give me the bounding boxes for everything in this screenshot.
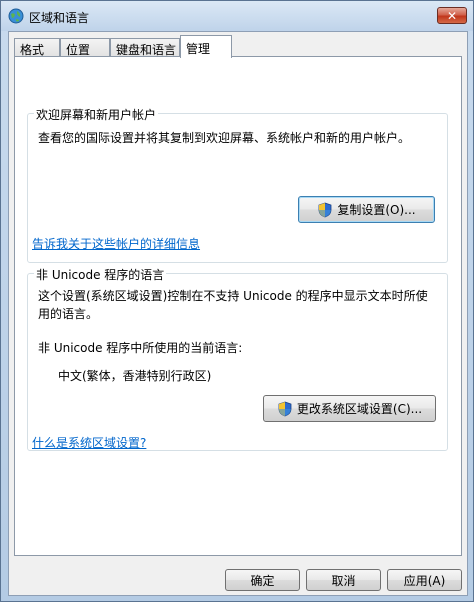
non-unicode-description-line1: 这个设置(系统区域设置)控制在不支持 Unicode 的程序中显示文本时所使 [38,289,428,303]
tab-keyboards-languages[interactable]: 键盘和语言 [110,38,180,57]
dialog-client-area: 格式 位置 键盘和语言 管理 欢迎屏幕和新用户帐户 查看您的国际设置并将其复制到… [8,31,468,596]
close-icon: ✕ [446,8,458,23]
globe-icon [8,8,24,24]
uac-shield-icon [278,401,292,416]
tab-formats[interactable]: 格式 [14,38,60,57]
tab-administrative[interactable]: 管理 [180,35,232,58]
copy-settings-label: 复制设置(O)... [337,203,416,217]
welcome-screen-group: 欢迎屏幕和新用户帐户 查看您的国际设置并将其复制到欢迎屏幕、系统帐户和新的用户帐… [27,106,448,263]
uac-shield-icon [318,202,332,217]
non-unicode-group-title: 非 Unicode 程序的语言 [34,266,167,283]
non-unicode-description-line2: 用的语言。 [38,307,99,321]
administrative-panel: 欢迎屏幕和新用户帐户 查看您的国际设置并将其复制到欢迎屏幕、系统帐户和新的用户帐… [14,56,462,556]
window-title: 区域和语言 [29,11,90,25]
current-language-label: 非 Unicode 程序中所使用的当前语言: [38,341,243,355]
change-system-locale-button[interactable]: 更改系统区域设置(C)... [263,395,436,422]
apply-button[interactable]: 应用(A) [387,569,462,591]
change-locale-label: 更改系统区域设置(C)... [296,402,423,416]
ok-button[interactable]: 确定 [225,569,300,591]
account-details-link[interactable]: 告诉我关于这些帐户的详细信息 [32,235,200,252]
welcome-description: 查看您的国际设置并将其复制到欢迎屏幕、系统帐户和新的用户帐户。 [38,131,411,145]
non-unicode-group: 非 Unicode 程序的语言 这个设置(系统区域设置)控制在不支持 Unico… [27,266,448,451]
copy-settings-button[interactable]: 复制设置(O)... [298,196,435,223]
system-locale-help-link[interactable]: 什么是系统区域设置? [32,434,146,451]
close-button[interactable]: ✕ [437,7,467,24]
tab-location[interactable]: 位置 [60,38,110,57]
region-language-window: 区域和语言 ✕ 格式 位置 键盘和语言 管理 欢迎屏幕和新用户帐户 查看您的国际… [0,0,474,602]
welcome-group-title: 欢迎屏幕和新用户帐户 [34,106,159,123]
current-language-value: 中文(繁体，香港特别行政区) [58,369,212,383]
title-bar[interactable]: 区域和语言 ✕ [1,1,473,31]
cancel-button[interactable]: 取消 [306,569,381,591]
